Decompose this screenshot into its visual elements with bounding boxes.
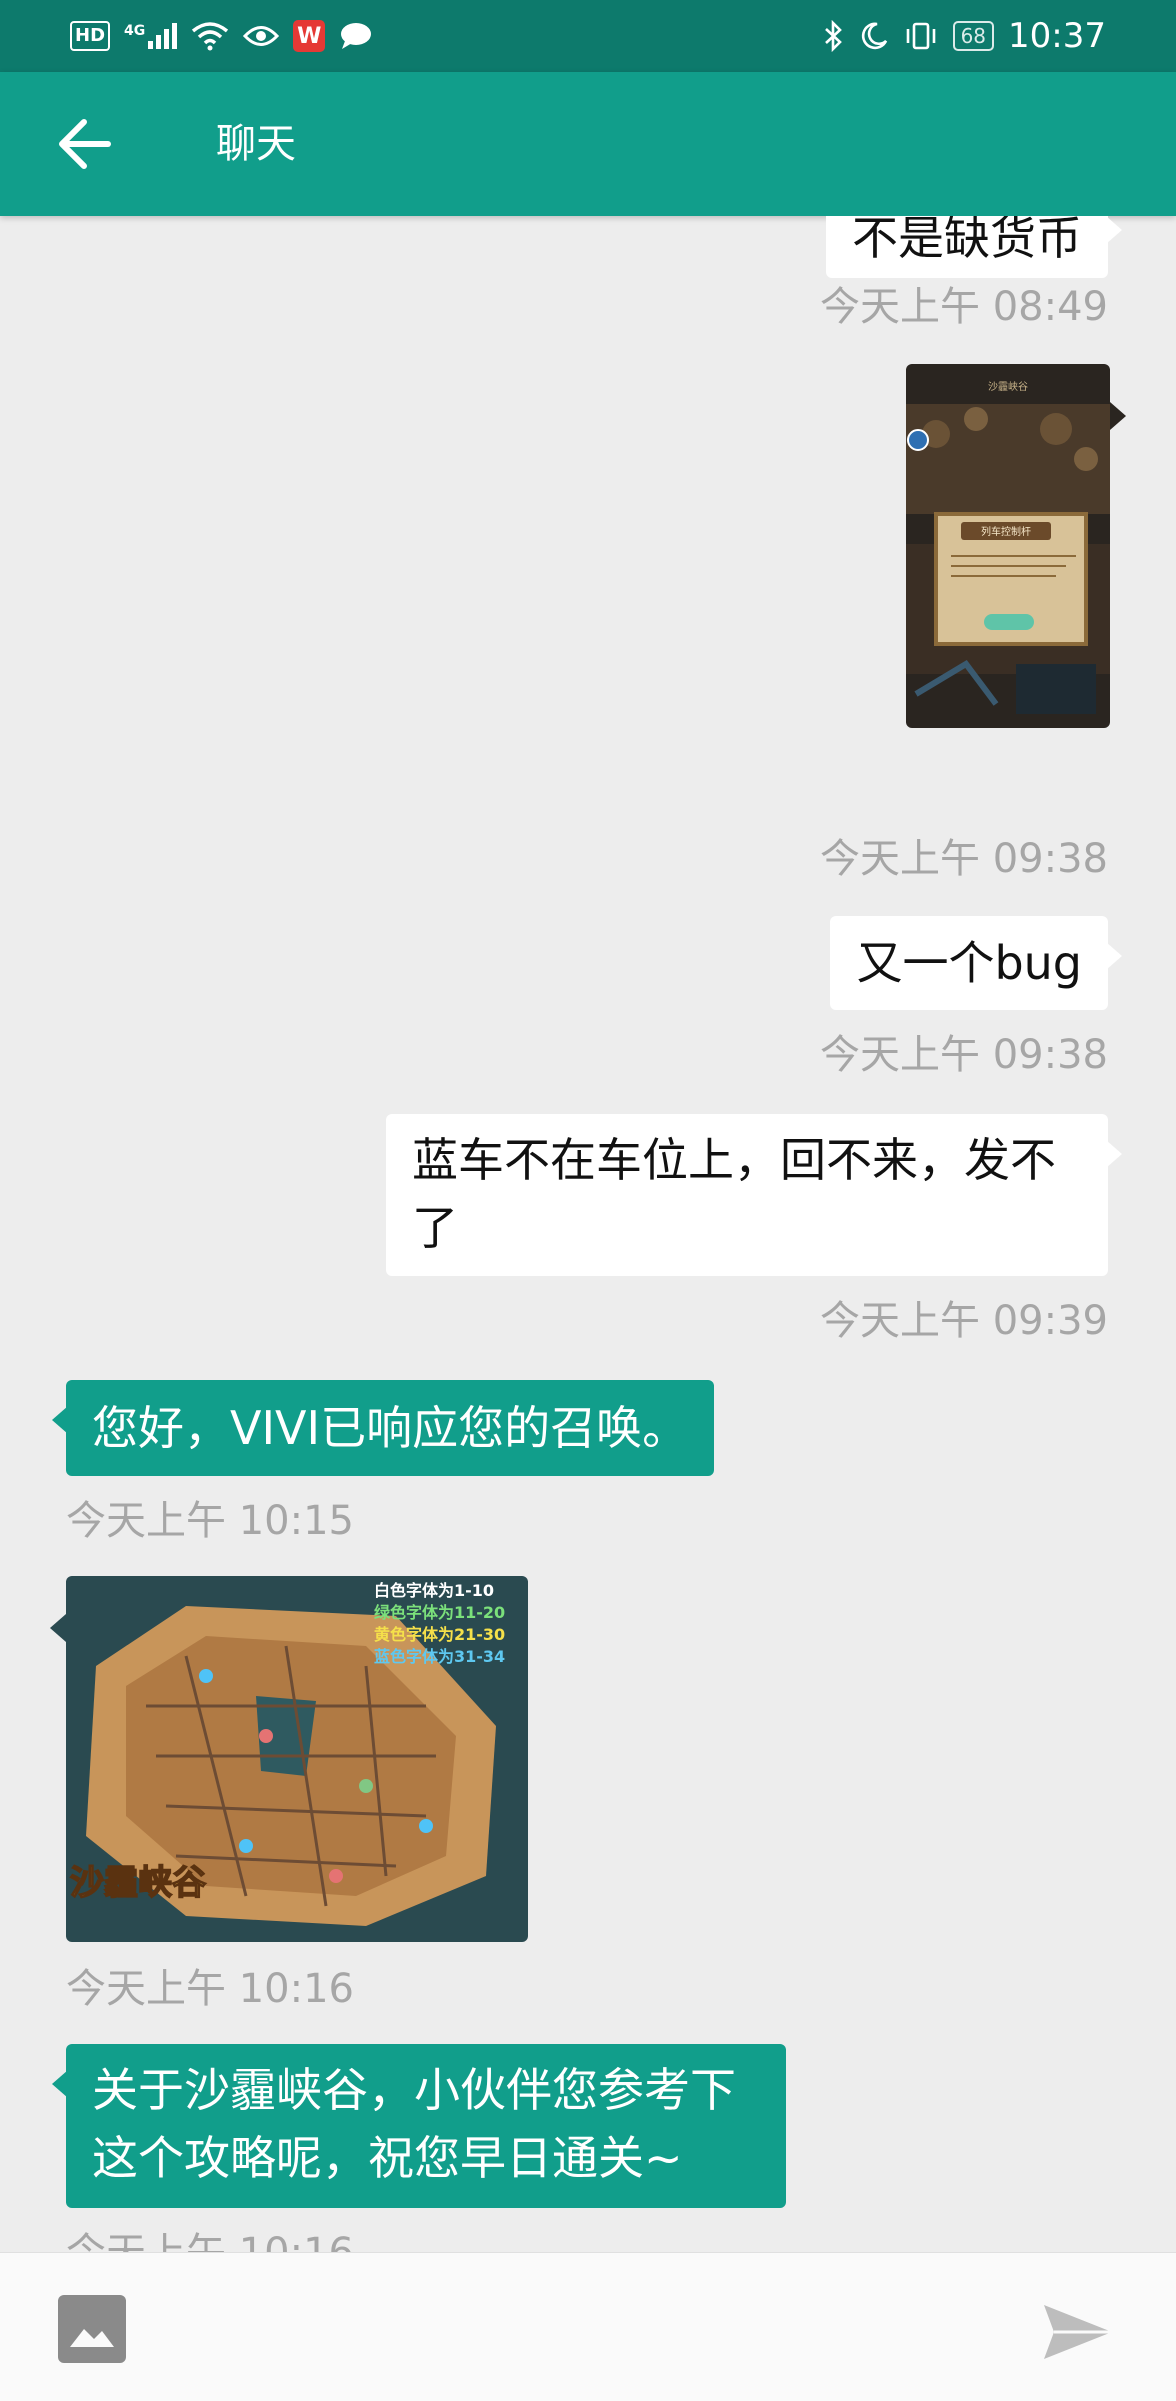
message-timestamp: 今天上午 09:39	[820, 1298, 1108, 1344]
message-text: 又一个bug	[856, 936, 1082, 990]
app-bar: 聊天	[0, 72, 1176, 216]
page-title: 聊天	[216, 121, 296, 167]
signal-icon: 4G	[124, 23, 178, 49]
bubble-tail	[50, 1614, 66, 1642]
image-title: 沙霾峡谷	[988, 380, 1028, 393]
message-timestamp: 今天上午 10:16	[66, 2220, 354, 2252]
their-message-bubble[interactable]: 关于沙霾峡谷，小伙伴您参考下 这个攻略呢，祝您早日通关~	[52, 2044, 786, 2208]
status-time: 10:37	[1008, 16, 1106, 56]
moon-icon	[861, 22, 887, 50]
bluetooth-icon	[824, 20, 842, 52]
image-message[interactable]: 白色字体为1-10 绿色字体为11-20 黄色字体为21-30 蓝色字体为31-…	[66, 1576, 528, 1942]
my-message-bubble[interactable]: 不是缺货币	[826, 216, 1122, 278]
message-icon	[341, 23, 372, 49]
my-message-bubble[interactable]: 又一个bug	[830, 916, 1122, 1010]
network-type: 4G	[124, 23, 146, 39]
game-screenshot-image: 列车控制杆 沙霾峡谷	[906, 364, 1110, 728]
eye-icon	[243, 26, 280, 46]
back-arrow-icon[interactable]	[54, 116, 114, 172]
image-legend-line: 绿色字体为11-20	[374, 1603, 505, 1622]
input-bar	[0, 2252, 1176, 2401]
battery-icon: 68	[952, 21, 995, 51]
wifi-icon	[192, 22, 229, 51]
image-picker-button[interactable]	[58, 2295, 126, 2363]
message-text-line: 这个攻略呢，祝您早日通关~	[92, 2131, 683, 2185]
message-timestamp: 今天上午 09:38	[820, 836, 1108, 882]
message-timestamp: 今天上午 09:38	[820, 1032, 1108, 1078]
image-legend-line: 白色字体为1-10	[374, 1581, 494, 1600]
image-message[interactable]: 列车控制杆 沙霾峡谷	[906, 364, 1110, 728]
message-text-line: 关于沙霾峡谷，小伙伴您参考下	[92, 2063, 736, 2117]
message-text-line: 蓝车不在车位上，回不来，发不	[412, 1133, 1056, 1187]
message-timestamp: 今天上午 10:16	[66, 1966, 354, 2012]
image-legend-line: 蓝色字体为31-34	[374, 1647, 505, 1666]
my-message-bubble[interactable]: 蓝车不在车位上，回不来，发不 了	[386, 1114, 1122, 1276]
chat-list[interactable]: 不是缺货币 今天上午 08:49 列车控制杆 沙霾峡谷 今天上午 09:38 又…	[0, 216, 1176, 2252]
app-notification-icon: W	[293, 20, 326, 52]
image-icon	[70, 2329, 114, 2347]
their-message-bubble[interactable]: 您好，VIVI已响应您的召唤。	[51, 1380, 715, 1476]
hd-icon: HD	[70, 21, 111, 51]
status-bar: HD 4G W 68 10:37	[0, 0, 1176, 72]
message-text: 不是缺货币	[852, 216, 1082, 265]
image-legend-line: 黄色字体为21-30	[374, 1625, 505, 1644]
message-timestamp: 今天上午 10:15	[66, 1498, 354, 1544]
message-text: 您好，VIVI已响应您的召唤。	[92, 1401, 689, 1455]
image-caption: 列车控制杆	[981, 525, 1031, 538]
message-text-line: 了	[412, 1201, 458, 1255]
map-guide-image: 白色字体为1-10 绿色字体为11-20 黄色字体为21-30 蓝色字体为31-…	[66, 1576, 528, 1942]
message-timestamp: 今天上午 08:49	[820, 284, 1108, 330]
send-icon[interactable]	[1040, 2301, 1116, 2363]
image-title: 沙霾峡谷	[70, 1863, 206, 1903]
vibrate-icon	[906, 22, 935, 50]
bubble-tail	[1110, 402, 1126, 430]
